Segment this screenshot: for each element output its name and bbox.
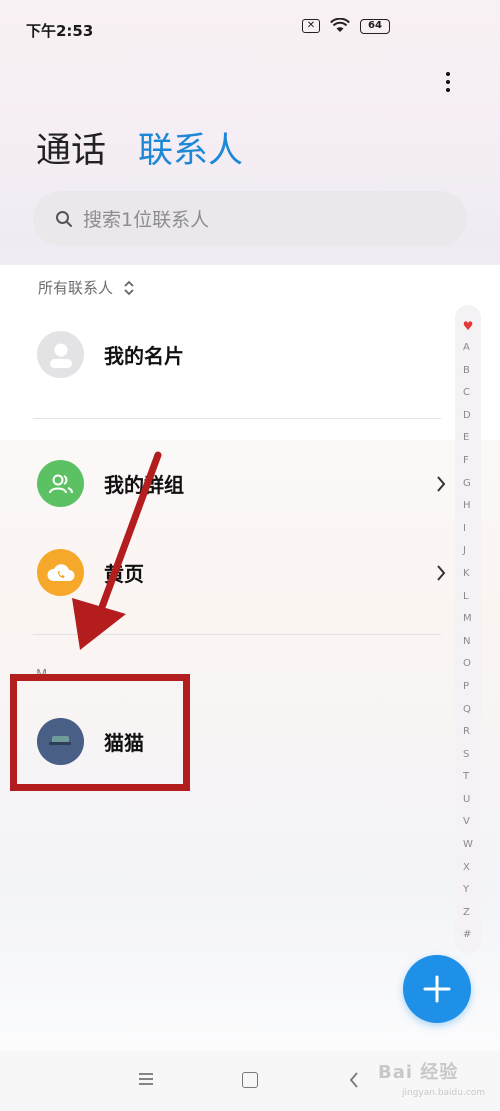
index-letter[interactable]: Y xyxy=(463,879,473,902)
index-letter[interactable]: H xyxy=(463,495,473,518)
watermark-sub: jingyan.baidu.com xyxy=(402,1088,486,1098)
status-icons: ✕ 64 xyxy=(302,18,390,34)
person-icon xyxy=(37,331,84,378)
home-icon[interactable] xyxy=(242,1072,258,1088)
more-options-button[interactable] xyxy=(442,70,454,94)
more-dot xyxy=(446,72,450,76)
index-letter[interactable]: F xyxy=(463,450,473,473)
alphabet-index-bar[interactable]: ♥ A B C D E F G H I J K L M N O P Q R S T U V W X Y Z # xyxy=(455,305,481,953)
cloud-phone-icon xyxy=(37,549,84,596)
index-letter[interactable]: V xyxy=(463,811,473,834)
index-letter[interactable]: M xyxy=(463,608,473,631)
more-dot xyxy=(446,80,450,84)
group-icon xyxy=(37,460,84,507)
divider xyxy=(33,634,441,635)
all-contacts-filter[interactable]: 所有联系人 xyxy=(38,277,135,298)
index-letter[interactable]: X xyxy=(463,857,473,880)
index-letter[interactable]: Q xyxy=(463,699,473,722)
index-letter[interactable]: P xyxy=(463,676,473,699)
watermark: Bai 经验 xyxy=(378,1062,459,1083)
search-input[interactable]: 搜索1位联系人 xyxy=(33,191,467,246)
index-letter[interactable]: K xyxy=(463,563,473,586)
my-groups-label: 我的群组 xyxy=(104,473,184,497)
add-contact-button[interactable] xyxy=(403,955,471,1023)
my-groups-row[interactable]: 我的群组 xyxy=(37,460,447,507)
divider xyxy=(33,418,441,419)
no-sim-icon: ✕ xyxy=(302,19,320,33)
index-letter[interactable]: O xyxy=(463,653,473,676)
index-letter[interactable]: N xyxy=(463,631,473,654)
favorites-heart-icon[interactable]: ♥ xyxy=(463,315,474,337)
more-dot xyxy=(446,88,450,92)
status-time: 下午2:53 xyxy=(26,22,94,40)
my-card-row[interactable]: 我的名片 xyxy=(37,331,184,378)
my-card-label: 我的名片 xyxy=(104,344,184,368)
index-letter[interactable]: B xyxy=(463,360,473,383)
yellow-pages-row[interactable]: 黄页 xyxy=(37,549,447,596)
index-letter[interactable]: E xyxy=(463,427,473,450)
index-letter[interactable]: J xyxy=(463,540,473,563)
index-letter[interactable]: S xyxy=(463,744,473,767)
tab-calls[interactable]: 通话 xyxy=(36,122,106,173)
battery-icon: 64 xyxy=(360,18,390,34)
chevron-right-icon xyxy=(437,564,446,581)
back-icon[interactable] xyxy=(348,1071,360,1089)
index-letter[interactable]: U xyxy=(463,789,473,812)
index-letters: A B C D E F G H I J K L M N O P Q R S T U V W X Y Z # xyxy=(463,337,473,947)
yellow-pages-label: 黄页 xyxy=(104,562,144,586)
index-letter[interactable]: Z xyxy=(463,902,473,925)
menu-icon[interactable] xyxy=(138,1072,154,1086)
index-letter[interactable]: C xyxy=(463,382,473,405)
search-placeholder: 搜索1位联系人 xyxy=(83,209,210,231)
search-icon xyxy=(56,210,72,227)
highlight-box xyxy=(10,674,190,791)
index-letter[interactable]: R xyxy=(463,721,473,744)
index-letter[interactable]: L xyxy=(463,586,473,609)
section-label: 所有联系人 xyxy=(38,279,114,297)
index-letter[interactable]: # xyxy=(463,924,473,947)
chevron-right-icon xyxy=(437,475,446,492)
wifi-icon xyxy=(330,18,350,32)
index-letter[interactable]: T xyxy=(463,766,473,789)
plus-icon xyxy=(423,975,451,1003)
tab-contacts[interactable]: 联系人 xyxy=(138,122,243,173)
sort-updown-icon xyxy=(124,280,134,295)
index-letter[interactable]: D xyxy=(463,405,473,428)
index-letter[interactable]: G xyxy=(463,473,473,496)
index-letter[interactable]: I xyxy=(463,518,473,541)
index-letter[interactable]: W xyxy=(463,834,473,857)
index-letter[interactable]: A xyxy=(463,337,473,360)
